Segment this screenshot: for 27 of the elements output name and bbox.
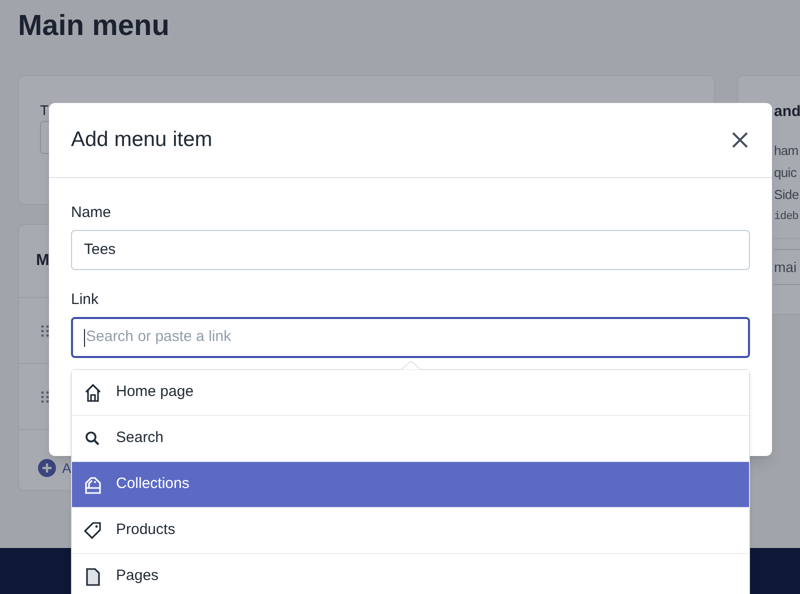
- card-heading: and: [774, 102, 800, 122]
- menu-option[interactable]: Home page: [72, 370, 749, 416]
- card-heading: M: [36, 251, 50, 271]
- menu-option[interactable]: Search: [72, 416, 749, 462]
- page-icon: [83, 566, 103, 586]
- modal-title: Add menu item: [71, 127, 212, 154]
- menu-option[interactable]: Pages: [72, 554, 749, 594]
- drag-handle-icon[interactable]: [41, 390, 49, 402]
- drag-handle-icon[interactable]: [41, 324, 49, 336]
- building-icon: [83, 474, 103, 494]
- add-menu-item-link[interactable]: A: [62, 458, 72, 478]
- field-label: T: [40, 101, 50, 119]
- menu-option[interactable]: Products: [72, 508, 749, 554]
- text-field[interactable]: mai: [774, 249, 800, 285]
- tag-icon: [83, 520, 103, 540]
- close-icon[interactable]: [732, 132, 748, 148]
- house-icon: [83, 382, 103, 402]
- field-label: Name: [71, 204, 112, 222]
- plus-circle-icon: [38, 459, 56, 477]
- page-title: Main menu: [18, 9, 170, 44]
- menu-option[interactable]: Collections: [72, 462, 749, 508]
- name-input-field[interactable]: Tees: [71, 230, 750, 270]
- description-text: ham: [774, 142, 800, 160]
- description-text: Side: [774, 186, 800, 204]
- description-text: quic: [774, 164, 798, 182]
- code-text: ideb: [774, 210, 800, 225]
- field-label: Link: [71, 291, 100, 309]
